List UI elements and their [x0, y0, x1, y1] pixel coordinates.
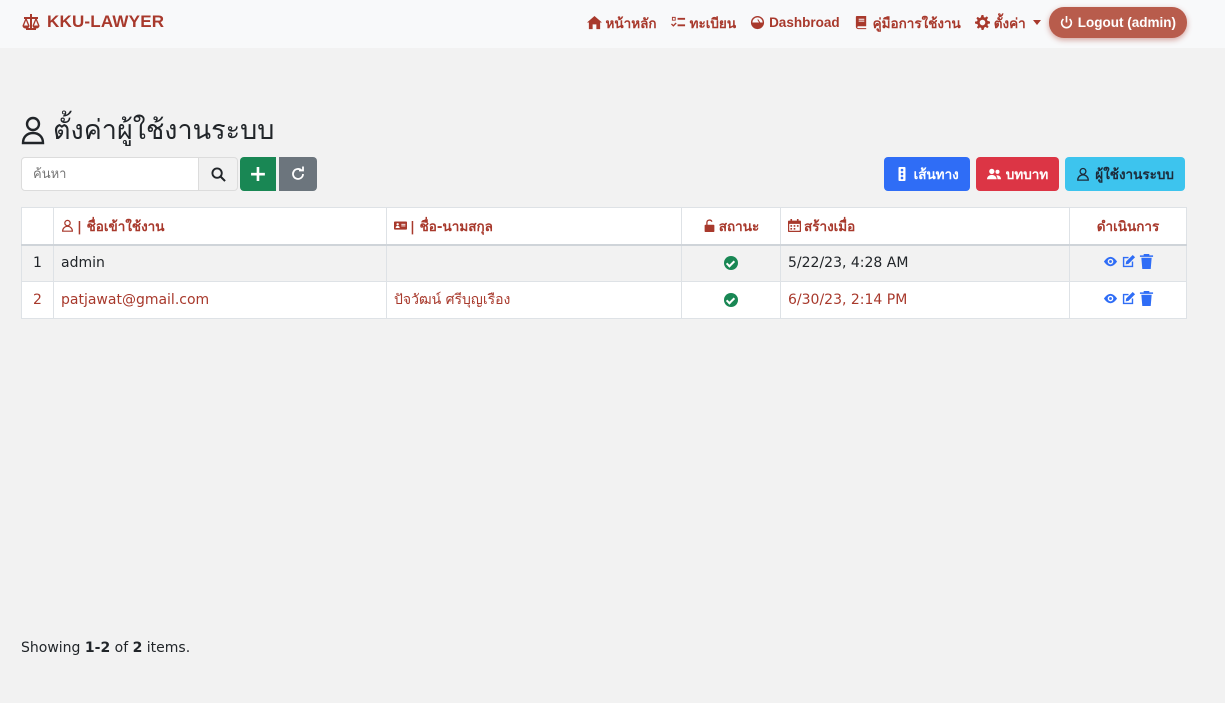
search-icon — [210, 166, 226, 182]
plus-icon: + — [248, 161, 268, 187]
user-icon — [21, 116, 45, 144]
row-username: admin — [53, 244, 387, 282]
row-created: 5/22/23, 4:28 AM — [780, 244, 1070, 282]
nav-manual[interactable]: คู่มือการใช้งาน — [847, 12, 968, 34]
system-users-button[interactable]: ผู้ใช้งานระบบ — [1065, 157, 1185, 191]
logout-label: Logout (admin) — [1077, 15, 1176, 30]
search-input[interactable] — [21, 157, 199, 191]
eye-icon[interactable] — [1103, 291, 1118, 306]
table-header-row: | ชื่อเข้าใช้งาน | ชื่อ-นามสกุล สถานะ สร… — [21, 207, 1187, 246]
check-circle-icon — [724, 293, 738, 307]
routes-label: เส้นทาง — [913, 167, 959, 183]
table-row: 2 patjawat@gmail.com ปัจวัฒน์ ศรีบุญเรือ… — [21, 281, 1187, 319]
nav-home[interactable]: หน้าหลัก — [580, 12, 664, 34]
nav-manual-label: คู่มือการใช้งาน — [872, 15, 961, 31]
trash-icon[interactable] — [1139, 253, 1154, 269]
nav-dashboard-label: Dashbroad — [769, 15, 840, 30]
nav-settings-dropdown[interactable]: ตั้งค่า — [968, 12, 1048, 34]
eye-icon[interactable] — [1103, 254, 1118, 269]
nav-settings-label: ตั้งค่า — [993, 15, 1026, 31]
col-created[interactable]: สร้างเมื่อ — [780, 207, 1070, 246]
calendar-icon — [788, 218, 801, 232]
list-check-icon — [670, 16, 685, 27]
refresh-icon — [292, 166, 304, 180]
search-button[interactable] — [199, 157, 238, 191]
nav-registry-label: ทะเบียน — [689, 15, 737, 31]
row-index: 1 — [21, 244, 54, 282]
col-status[interactable]: สถานะ — [681, 207, 781, 246]
id-card-icon — [394, 221, 407, 230]
row-actions — [1069, 281, 1187, 319]
nav-dashboard[interactable]: Dashbroad — [743, 15, 847, 30]
add-user-button[interactable]: + — [240, 157, 276, 191]
gauge-icon — [751, 15, 765, 30]
row-username[interactable]: patjawat@gmail.com — [53, 281, 387, 319]
nav-home-label: หน้าหลัก — [605, 15, 657, 31]
roles-label: บทบาท — [1005, 167, 1049, 183]
trash-icon[interactable] — [1139, 290, 1154, 306]
search-toolbar: + — [21, 157, 317, 191]
row-index: 2 — [21, 281, 54, 319]
system-users-label: ผู้ใช้งานระบบ — [1095, 167, 1174, 183]
navbar: KKU-LAWYER หน้าหลัก ทะเบียน Dashbroad คู… — [0, 0, 1225, 48]
pagination-summary: Showing 1-2 of 2 items. — [21, 640, 191, 656]
user-icon — [1077, 167, 1090, 181]
roles-button[interactable]: บทบาท — [975, 157, 1060, 191]
row-actions — [1069, 244, 1187, 282]
row-status — [681, 281, 781, 319]
brand-name: KKU-LAWYER — [47, 12, 165, 31]
users-icon — [986, 168, 1001, 180]
page-title-text: ตั้งค่าผู้ใช้งานระบบ — [53, 115, 275, 146]
unlock-icon — [704, 219, 715, 232]
table-row: 1 admin 5/22/23, 4:28 AM — [21, 244, 1187, 282]
col-username[interactable]: | ชื่อเข้าใช้งาน — [53, 207, 387, 246]
edit-icon[interactable] — [1121, 254, 1136, 269]
house-icon — [586, 15, 602, 30]
col-actions: ดำเนินการ — [1069, 207, 1187, 246]
routes-button[interactable]: เส้นทาง — [883, 157, 970, 191]
book-icon — [855, 15, 866, 30]
nav-registry[interactable]: ทะเบียน — [664, 12, 743, 34]
user-icon — [62, 219, 73, 232]
edit-icon[interactable] — [1121, 291, 1136, 306]
row-fullname — [386, 244, 682, 282]
logout-button[interactable]: Logout (admin) — [1048, 7, 1187, 38]
users-table: | ชื่อเข้าใช้งาน | ชื่อ-นามสกุล สถานะ สร… — [21, 207, 1187, 319]
gear-icon — [974, 15, 990, 30]
traffic-light-icon — [898, 167, 906, 181]
page-title: ตั้งค่าผู้ใช้งานระบบ — [21, 108, 274, 151]
row-status — [681, 244, 781, 282]
col-index — [21, 207, 54, 246]
chevron-down-icon — [1032, 20, 1041, 25]
brand-link[interactable]: KKU-LAWYER — [21, 12, 164, 32]
row-fullname: ปัจวัฒน์ ศรีบุญเรือง — [386, 281, 682, 319]
power-icon — [1060, 16, 1072, 29]
row-created: 6/30/23, 2:14 PM — [780, 281, 1070, 319]
col-fullname[interactable]: | ชื่อ-นามสกุล — [386, 207, 682, 246]
reset-button[interactable] — [279, 157, 317, 191]
scale-icon — [22, 14, 40, 30]
check-circle-icon — [724, 256, 738, 271]
